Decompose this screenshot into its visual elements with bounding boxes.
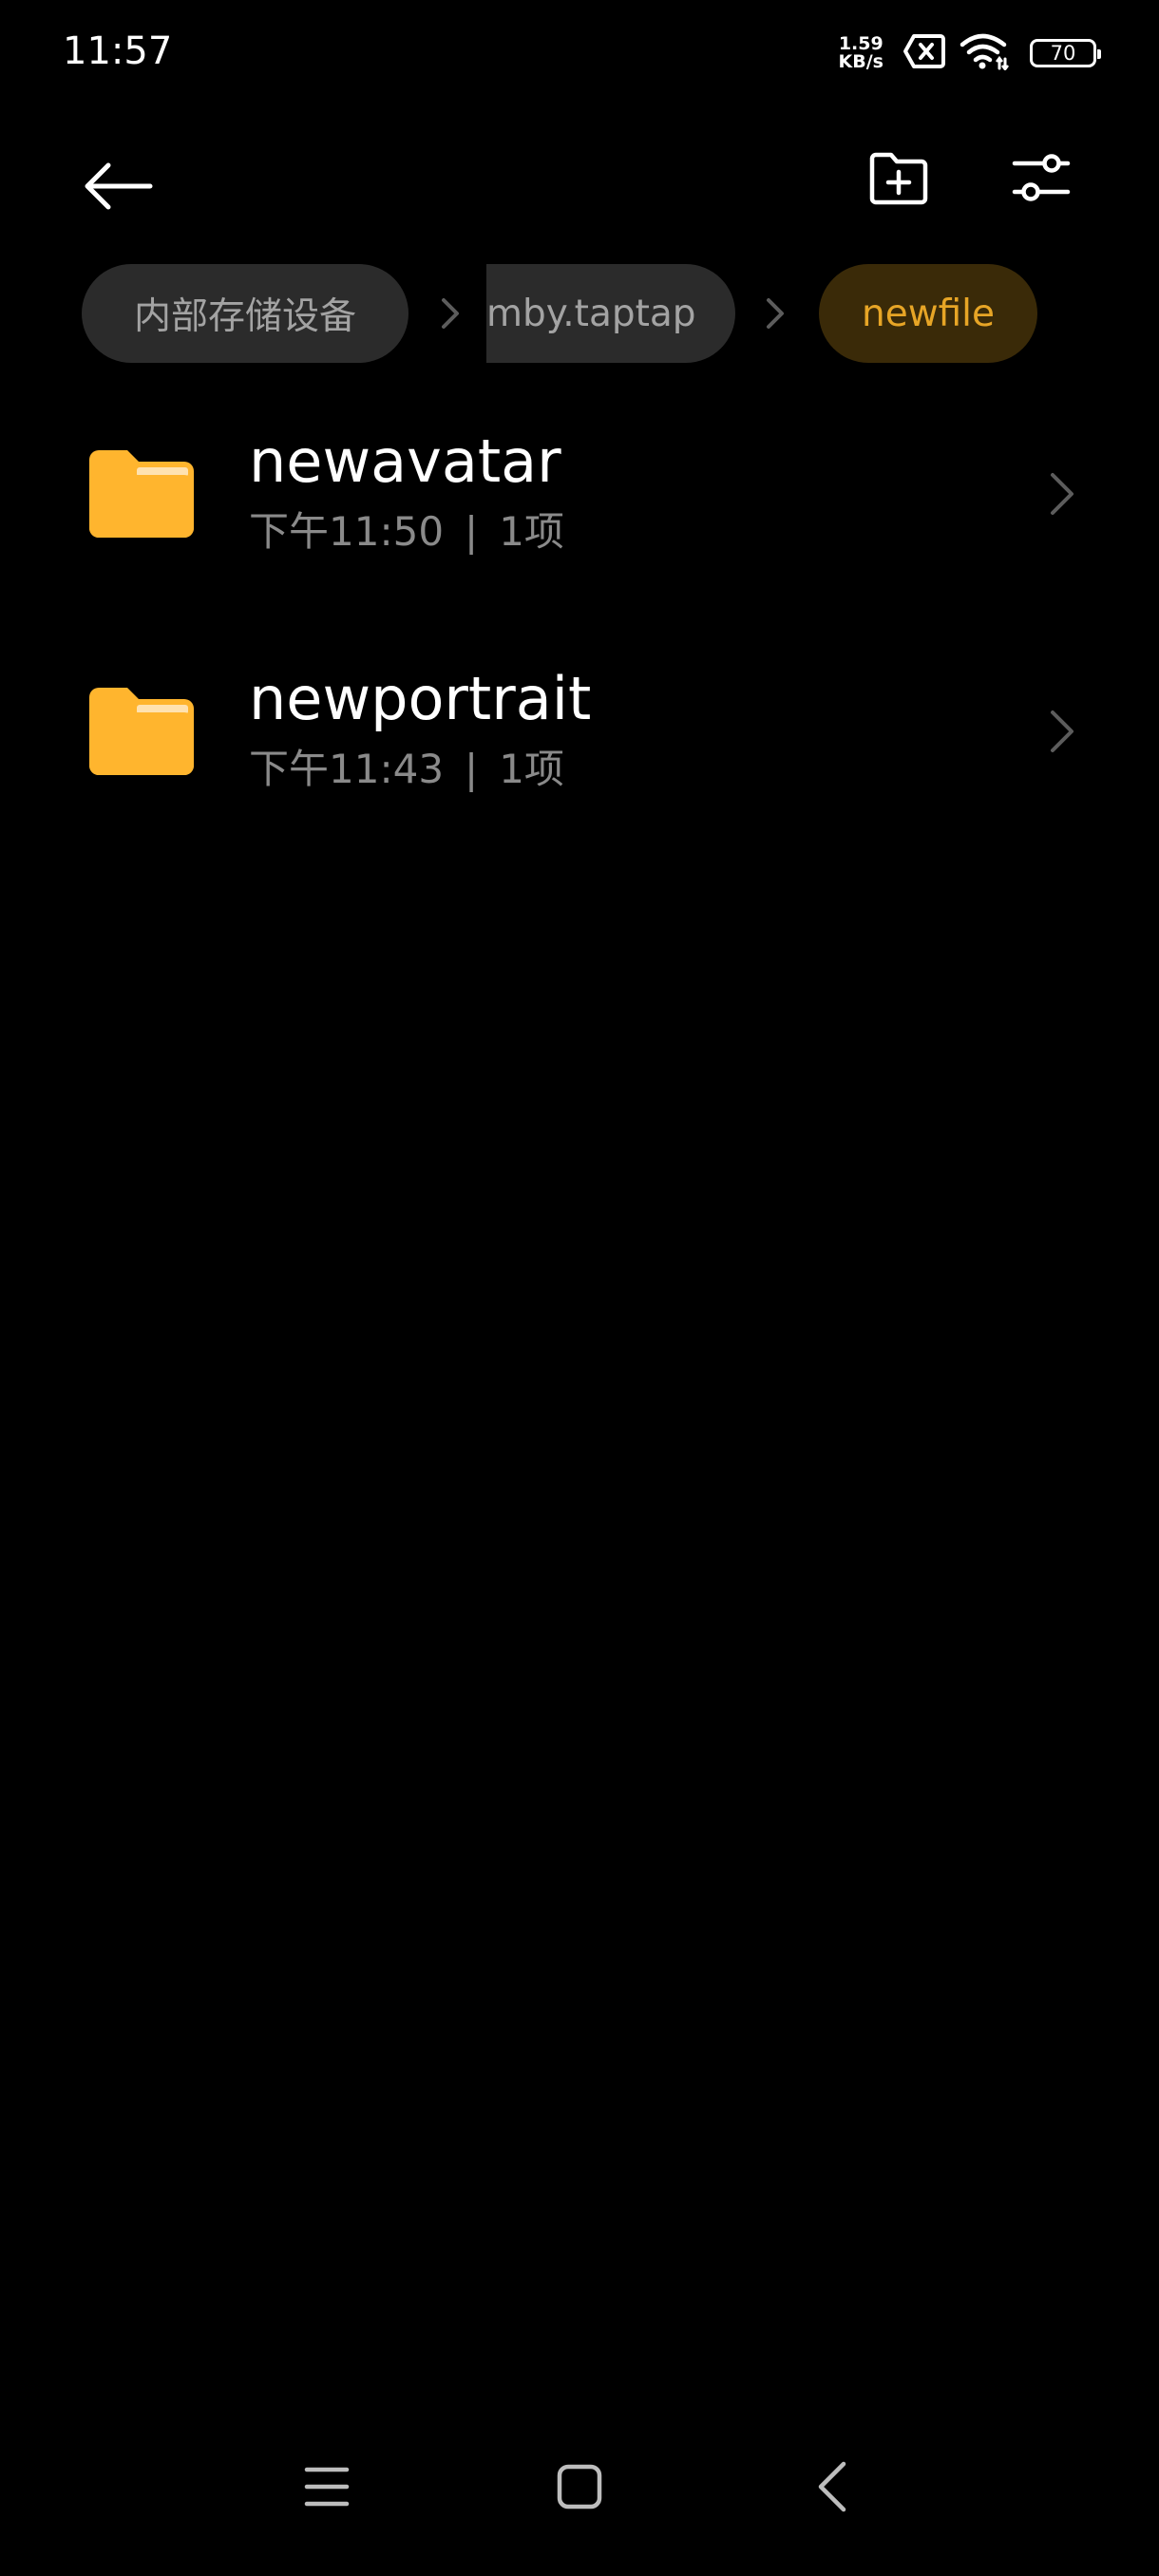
system-back-button[interactable] (785, 2441, 880, 2536)
navigation-bar (0, 2432, 1159, 2546)
sliders-icon (1012, 150, 1071, 211)
chevron-right-icon (429, 293, 471, 334)
folder-item-count: 1项 (499, 746, 564, 792)
meta-separator: | (465, 746, 479, 792)
folder-name: newavatar (249, 426, 561, 496)
no-sim-icon (902, 33, 946, 73)
folder-modified-time: 下午11:43 (249, 746, 445, 792)
breadcrumb-item-internal-storage[interactable]: 内部存储设备 (82, 264, 408, 363)
status-time: 11:57 (63, 29, 173, 73)
recent-apps-button[interactable] (279, 2441, 374, 2536)
breadcrumb-item-current[interactable]: newfile (819, 264, 1037, 363)
chevron-left-icon (815, 2460, 849, 2517)
filter-settings-button[interactable] (996, 135, 1087, 226)
chevron-right-icon (754, 293, 796, 334)
meta-separator: | (465, 508, 479, 555)
arrow-left-icon (82, 160, 154, 217)
chevron-right-icon (1037, 705, 1085, 758)
status-icons: 1.59 KB/s 70 (839, 28, 1101, 78)
breadcrumb-item-taptap[interactable]: mby.taptap (486, 264, 735, 363)
folder-icon (89, 448, 194, 540)
wifi-icon (960, 32, 1009, 74)
folder-modified-time: 下午11:50 (249, 508, 445, 555)
chevron-right-icon (1037, 467, 1085, 521)
list-item[interactable]: newavatar 下午11:50 | 1项 (0, 399, 1159, 636)
network-speed: 1.59 KB/s (839, 35, 884, 71)
folder-icon (89, 686, 194, 777)
square-icon (557, 2464, 602, 2513)
folder-meta: 下午11:43 | 1项 (249, 743, 564, 796)
menu-icon (303, 2465, 351, 2512)
new-folder-button[interactable] (853, 135, 944, 226)
home-button[interactable] (532, 2441, 627, 2536)
back-button[interactable] (72, 142, 163, 234)
battery-icon: 70 (1030, 39, 1101, 67)
folder-plus-icon (868, 151, 929, 210)
status-bar: 11:57 1.59 KB/s 70 (0, 0, 1159, 104)
folder-meta: 下午11:50 | 1项 (249, 505, 564, 559)
battery-level: 70 (1050, 41, 1076, 65)
folder-name: newportrait (249, 664, 592, 733)
folder-item-count: 1项 (499, 508, 564, 555)
breadcrumb: 内部存储设备 mby.taptap newfile (0, 264, 1159, 363)
network-speed-unit: KB/s (838, 51, 884, 72)
list-item[interactable]: newportrait 下午11:43 | 1项 (0, 636, 1159, 874)
